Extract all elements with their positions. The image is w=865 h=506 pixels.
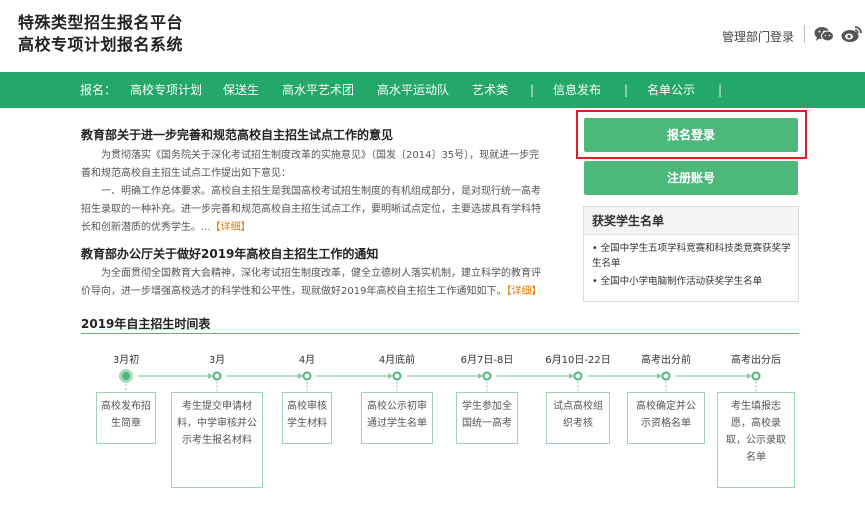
timeline-stage-date: 6月7日-8日 bbox=[460, 355, 514, 366]
timeline-stage-date: 3月初 bbox=[112, 355, 140, 366]
timeline-node bbox=[661, 371, 671, 381]
timeline-node-active bbox=[119, 369, 133, 383]
timeline-stage-date: 高考出分后 bbox=[731, 355, 781, 366]
timeline-node bbox=[482, 371, 492, 381]
timeline-stage-date: 高考出分前 bbox=[641, 355, 691, 366]
timeline-stage-description: 高校发布招生简章 bbox=[96, 392, 156, 444]
timeline-stage-description: 高校公示初审通过学生名单 bbox=[361, 392, 433, 444]
timeline-stage-date: 6月10日-22日 bbox=[545, 355, 611, 366]
timeline-stage-date: 3月 bbox=[208, 355, 226, 366]
timeline-node bbox=[212, 371, 222, 381]
timeline-node bbox=[573, 371, 583, 381]
timeline-node bbox=[392, 371, 402, 381]
timeline-stage-description: 高校确定并公示资格名单 bbox=[627, 392, 705, 444]
timeline-node bbox=[302, 371, 312, 381]
timeline-stage-description: 学生参加全国统一高考 bbox=[456, 392, 518, 444]
timeline-stage-description: 考生提交申请材料，中学审核并公示考生报名材料 bbox=[171, 392, 263, 488]
timeline-stage-description: 高校审核学生材料 bbox=[282, 392, 332, 444]
timeline-stage-date: 4月 bbox=[298, 355, 316, 366]
timeline-stage-description: 考生填报志愿，高校录取，公示录取名单 bbox=[717, 392, 795, 488]
timeline-node bbox=[751, 371, 761, 381]
timeline-stage-date: 4月底前 bbox=[378, 355, 416, 366]
timeline-stage-description: 试点高校组织考核 bbox=[546, 392, 610, 444]
